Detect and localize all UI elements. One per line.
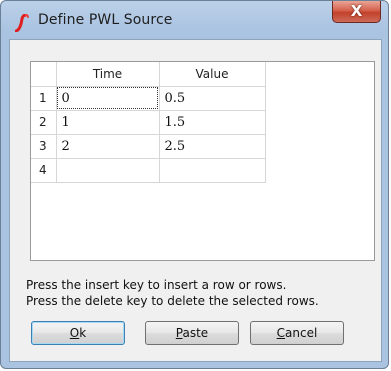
column-header-value[interactable]: Value — [159, 62, 266, 87]
table-header-row: Time Value — [31, 62, 266, 87]
table-row: 1 0 0.5 — [31, 86, 266, 111]
row-number[interactable]: 3 — [31, 134, 57, 159]
value-cell[interactable]: 0.5 — [159, 86, 266, 111]
value-cell[interactable] — [159, 158, 266, 183]
title-bar[interactable]: Define PWL Source X — [1, 1, 388, 39]
table-corner — [31, 62, 57, 87]
table-row: 2 1 1.5 — [31, 110, 266, 135]
row-number[interactable]: 4 — [31, 158, 57, 183]
ok-label: k — [79, 326, 87, 340]
ok-button[interactable]: Ok — [31, 321, 125, 345]
dialog-window: Define PWL Source X Time Value 1 0 0.5 2 — [0, 0, 389, 369]
help-text-insert: Press the insert key to insert a row or … — [26, 278, 287, 292]
time-cell[interactable]: 2 — [56, 134, 160, 159]
close-icon: X — [350, 2, 363, 20]
column-header-time[interactable]: Time — [56, 62, 160, 87]
time-cell[interactable]: 0 — [56, 86, 160, 111]
paste-label: aste — [182, 326, 209, 340]
time-cell[interactable] — [56, 158, 160, 183]
table-row: 4 — [31, 158, 266, 183]
window-title: Define PWL Source — [38, 12, 173, 28]
cancel-button[interactable]: Cancel — [250, 321, 344, 345]
ok-accelerator: O — [69, 326, 80, 340]
paste-accelerator: P — [175, 326, 183, 340]
pwl-table: Time Value 1 0 0.5 2 1 1.5 3 2 2.5 4 — [30, 61, 375, 261]
close-button[interactable]: X — [332, 1, 381, 23]
cancel-accelerator: C — [276, 326, 286, 340]
cancel-label: ancel — [285, 326, 318, 340]
value-cell[interactable]: 2.5 — [159, 134, 266, 159]
row-number[interactable]: 2 — [31, 110, 57, 135]
app-logo-icon — [15, 14, 29, 32]
row-number[interactable]: 1 — [31, 86, 57, 111]
time-cell[interactable]: 1 — [56, 110, 160, 135]
table-row: 3 2 2.5 — [31, 134, 266, 159]
value-cell[interactable]: 1.5 — [159, 110, 266, 135]
dialog-client-area: Time Value 1 0 0.5 2 1 1.5 3 2 2.5 4 Pre… — [9, 39, 382, 362]
paste-button[interactable]: Paste — [145, 321, 239, 345]
help-text-delete: Press the delete key to delete the selec… — [26, 294, 319, 308]
